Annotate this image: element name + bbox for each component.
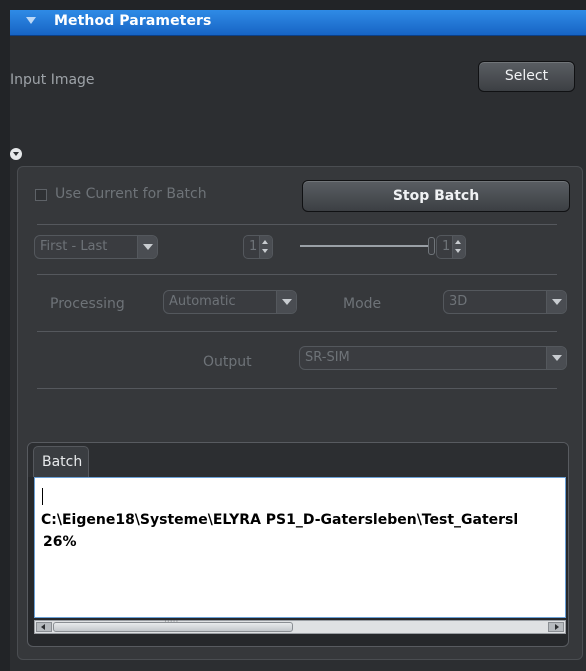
divider xyxy=(37,388,557,389)
use-current-checkbox[interactable] xyxy=(35,189,47,201)
range-mode-value: First - Last xyxy=(40,239,108,254)
expand-chevron-icon[interactable] xyxy=(10,148,22,160)
horizontal-scrollbar[interactable] xyxy=(34,617,566,634)
mode-value: 3D xyxy=(449,294,468,309)
collapse-triangle-icon[interactable] xyxy=(26,17,36,24)
input-image-label: Input Image xyxy=(10,72,95,88)
range-mode-select[interactable]: First - Last xyxy=(34,235,158,259)
range-end-value: 1 xyxy=(442,239,451,254)
processing-value: Automatic xyxy=(169,294,236,309)
chevron-down-icon[interactable] xyxy=(546,291,566,313)
section-title: Method Parameters xyxy=(54,13,212,29)
divider xyxy=(37,274,557,275)
select-button[interactable]: Select xyxy=(478,61,575,92)
mode-label: Mode xyxy=(343,296,382,312)
chevron-down-icon[interactable] xyxy=(546,347,566,369)
processing-select[interactable]: Automatic xyxy=(163,290,297,314)
batch-log-textarea[interactable]: C:\Eigene18\Systeme\ELYRA PS1_D-Gatersle… xyxy=(34,477,566,618)
range-end-spinner[interactable]: 1 xyxy=(436,235,466,259)
spin-arrows-icon[interactable] xyxy=(452,236,465,258)
output-label: Output xyxy=(203,354,252,370)
range-slider-track[interactable] xyxy=(300,245,428,247)
chevron-down-icon[interactable] xyxy=(276,291,296,313)
chevron-down-icon[interactable] xyxy=(137,236,157,258)
mode-select[interactable]: 3D xyxy=(443,290,567,314)
use-current-label: Use Current for Batch xyxy=(55,186,207,202)
batch-progress-text: 26% xyxy=(43,534,77,550)
batch-log-path: C:\Eigene18\Systeme\ELYRA PS1_D-Gatersle… xyxy=(41,512,519,528)
divider xyxy=(37,224,557,225)
scroll-left-arrow-icon[interactable] xyxy=(36,622,52,632)
range-slider-handle[interactable] xyxy=(428,237,435,255)
processing-label: Processing xyxy=(50,296,125,312)
tab-strip xyxy=(28,443,568,477)
spin-arrows-icon[interactable] xyxy=(259,236,272,258)
range-start-spinner[interactable]: 1 xyxy=(243,235,273,259)
stop-batch-button[interactable]: Stop Batch xyxy=(302,180,570,212)
scrollbar-thumb[interactable] xyxy=(53,617,293,632)
section-header[interactable]: Method Parameters xyxy=(10,10,586,36)
range-start-value: 1 xyxy=(249,239,258,254)
output-select[interactable]: SR-SIM xyxy=(299,346,567,370)
divider xyxy=(37,331,557,332)
text-caret xyxy=(42,488,43,505)
output-value: SR-SIM xyxy=(305,350,350,365)
scroll-right-arrow-icon[interactable] xyxy=(548,622,564,632)
tab-batch[interactable]: Batch xyxy=(33,446,89,477)
